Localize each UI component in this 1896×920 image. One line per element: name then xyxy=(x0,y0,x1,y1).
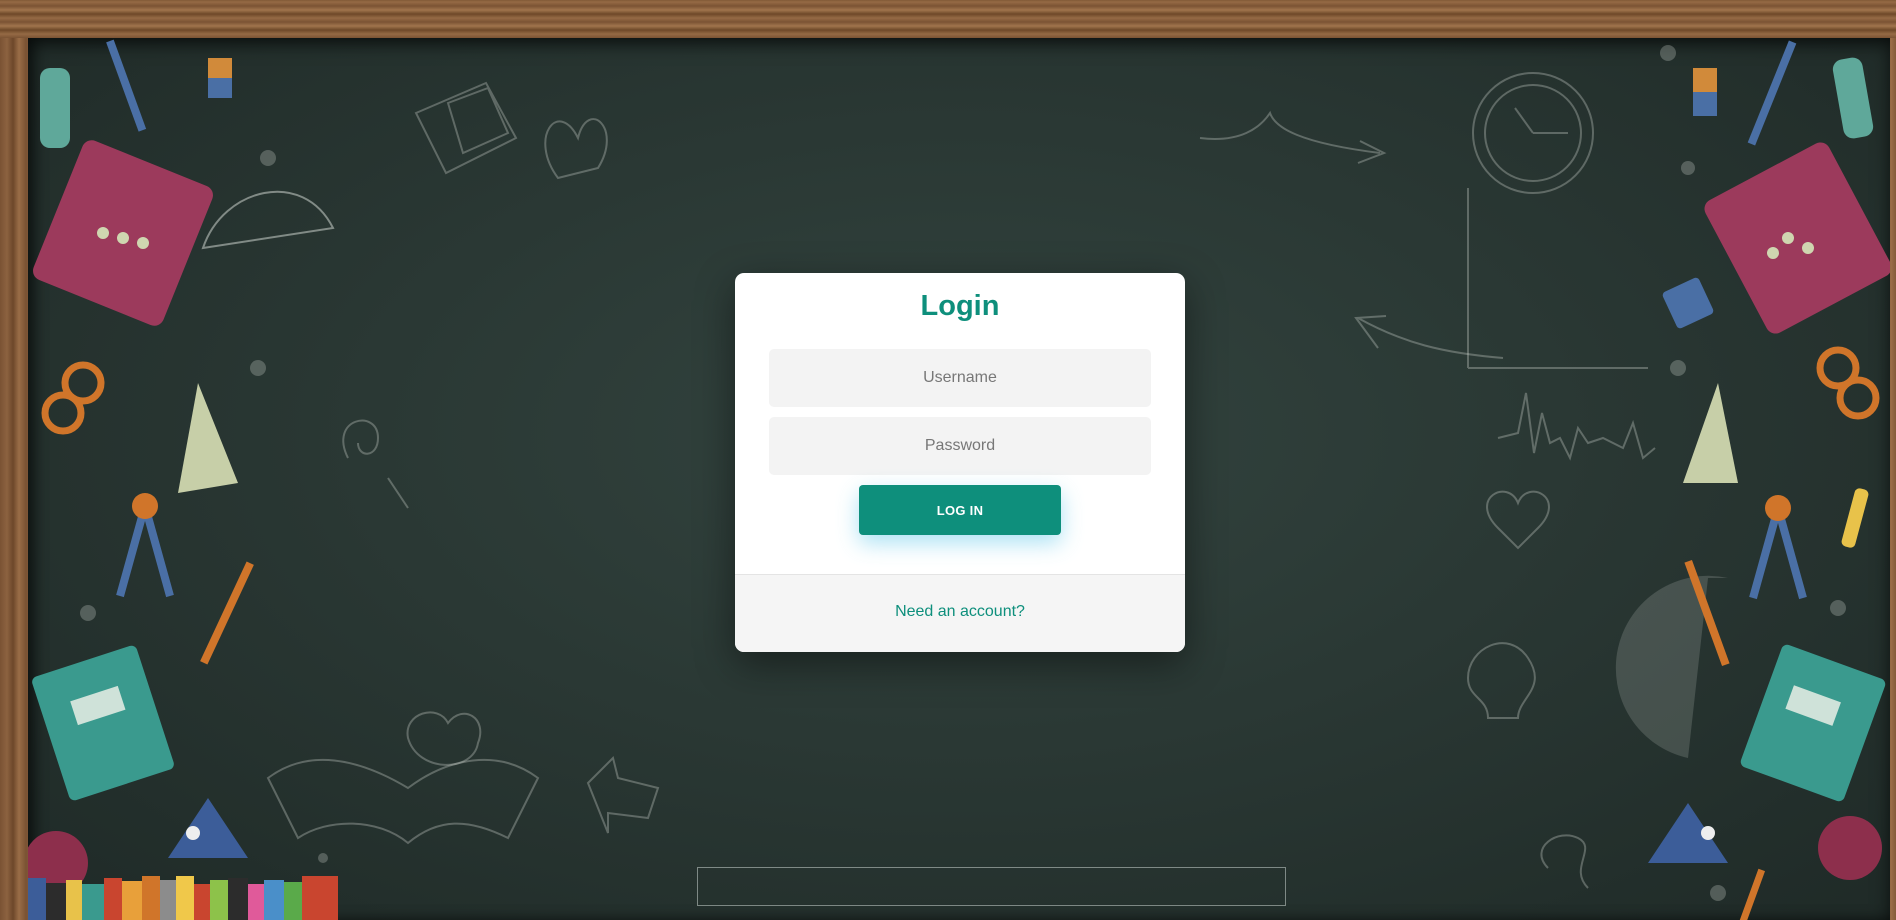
username-input[interactable] xyxy=(769,349,1151,407)
arrow-doodle xyxy=(1199,110,1387,164)
desk-lamp-icon xyxy=(201,190,335,250)
arrow-doodle xyxy=(1354,315,1504,359)
swirl-doodle xyxy=(342,419,380,459)
set-square-icon xyxy=(1683,383,1738,483)
glue-bottle-icon xyxy=(40,68,70,148)
flask-icon xyxy=(168,768,248,858)
login-card-footer: Need an account? xyxy=(735,574,1185,652)
diamond-doodle xyxy=(414,81,518,175)
heart-doodle xyxy=(1486,490,1550,550)
sharpener-icon xyxy=(1662,277,1714,329)
arrow-doodle xyxy=(586,756,660,834)
glue-stick-icon xyxy=(1841,488,1869,548)
notebook-icon xyxy=(1740,644,1886,802)
need-account-link[interactable]: Need an account? xyxy=(735,603,1185,621)
chalk-tray-box xyxy=(697,867,1286,906)
compass-icon xyxy=(116,504,174,598)
graph-doodle xyxy=(1497,392,1656,461)
right-supplies xyxy=(1615,40,1890,920)
lightbulb-doodle xyxy=(1466,642,1536,719)
protractor-icon xyxy=(1615,575,1728,758)
apple-icon xyxy=(1818,816,1882,880)
books-row-icon xyxy=(28,876,338,920)
heart-doodle xyxy=(544,118,608,180)
pencil-icon xyxy=(1737,868,1766,920)
login-title: Login xyxy=(920,290,1000,322)
pencil-icon xyxy=(200,561,254,665)
notebook-icon xyxy=(32,645,174,801)
apple-doodle xyxy=(406,711,482,766)
wood-frame-top xyxy=(0,0,1896,38)
open-book-doodle xyxy=(266,758,540,845)
swirl-doodle xyxy=(1540,834,1589,889)
compass-icon xyxy=(1749,506,1807,600)
set-square-icon xyxy=(178,383,238,493)
flask-icon xyxy=(1648,773,1728,863)
password-input[interactable] xyxy=(769,417,1151,475)
login-card: Login LOG IN Need an account? xyxy=(735,273,1185,652)
calculator-icon xyxy=(1704,142,1890,334)
glue-bottle-icon xyxy=(1832,57,1874,139)
pencil-icon xyxy=(106,39,147,132)
login-button[interactable]: LOG IN xyxy=(859,485,1061,535)
pencil-icon xyxy=(1747,40,1797,146)
